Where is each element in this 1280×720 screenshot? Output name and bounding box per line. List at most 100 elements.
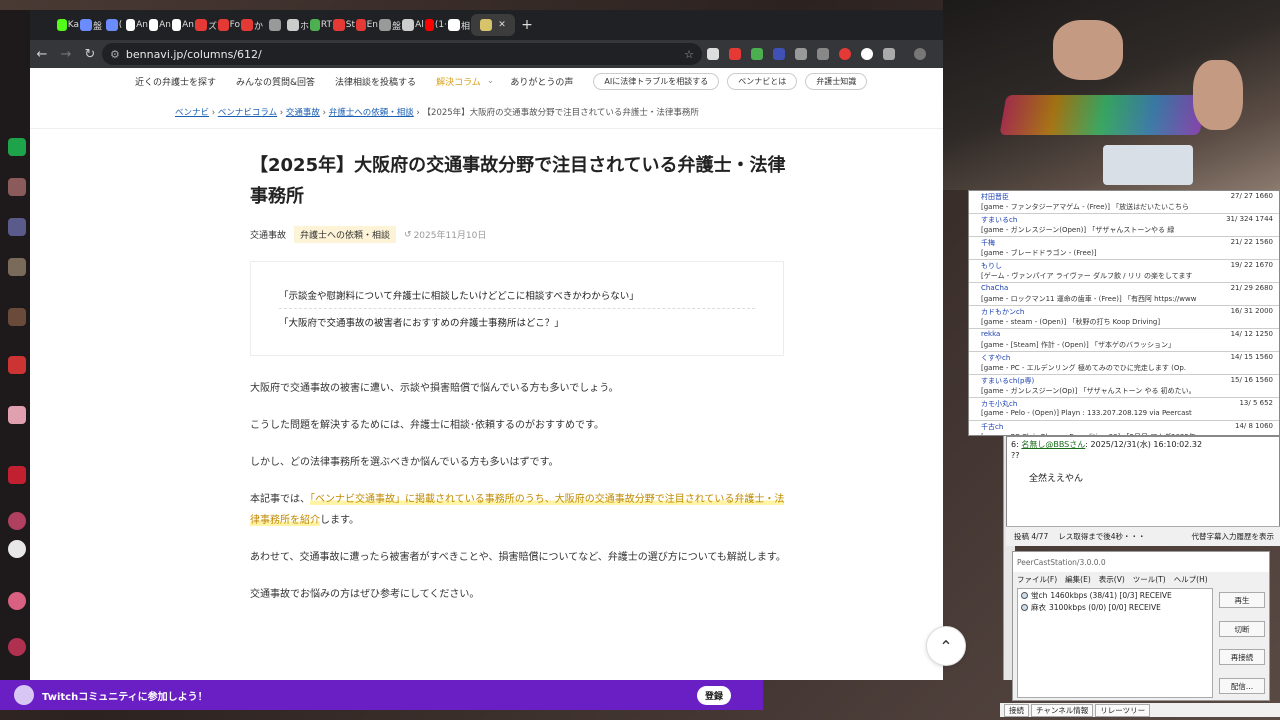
divider xyxy=(30,128,943,129)
twitch-signup-button[interactable]: 登録 xyxy=(696,685,731,705)
menu-item[interactable]: 表示(V) xyxy=(1099,574,1125,585)
channel-row[interactable]: 蛍ch 1460kbps (38/41) [0/3] RECEIVE xyxy=(1018,589,1212,601)
browser-tab[interactable]: (1· xyxy=(425,14,447,36)
app-icon[interactable] xyxy=(8,512,26,530)
scroll-to-top-button[interactable]: ⌃ xyxy=(926,626,966,666)
category-link[interactable]: 交通事故 xyxy=(250,228,286,241)
thread-row[interactable]: すまいるch [game - ガンレスジーン(Open)] 「ザザャんストーンやる… xyxy=(969,214,1279,237)
ai-consult-pill[interactable]: AIに法律トラブルを相談する xyxy=(593,72,720,90)
address-bar[interactable]: ⚙ bennavi.jp/columns/612/ ☆ xyxy=(102,43,702,65)
play-button[interactable]: 再生 xyxy=(1219,592,1265,608)
app-icon[interactable] xyxy=(8,178,26,196)
extension-icon[interactable] xyxy=(707,48,719,60)
nav-item[interactable]: 法律相談を投稿する xyxy=(335,75,416,88)
browser-tab[interactable]: Al xyxy=(402,14,424,36)
nav-item[interactable]: みんなの質問&回答 xyxy=(236,75,315,88)
breadcrumb-link[interactable]: 弁護士への依頼・相談 xyxy=(329,108,414,118)
chevron-down-icon[interactable]: ⌄ xyxy=(487,76,495,86)
app-icon[interactable] xyxy=(8,466,26,484)
back-icon[interactable]: ← xyxy=(30,47,54,62)
browser-tab[interactable]: 相 xyxy=(448,14,470,36)
new-tab-button[interactable]: + xyxy=(516,14,538,36)
profile-icon[interactable] xyxy=(914,48,926,60)
forward-icon[interactable]: → xyxy=(54,47,78,62)
thread-row[interactable]: くすやch [game - PC - エルデンリング 極めてみのでひに完走します … xyxy=(969,352,1279,375)
extension-icon[interactable] xyxy=(795,48,807,60)
broadcast-button[interactable]: 配信... xyxy=(1219,678,1265,694)
menu-item[interactable]: 編集(E) xyxy=(1065,574,1091,585)
browser-tab[interactable] xyxy=(264,14,286,36)
nav-item-active[interactable]: 解決コラム xyxy=(436,75,481,88)
browser-tab[interactable]: An xyxy=(172,14,194,36)
thread-row[interactable]: 千梅 [game - ブレードドラゴン - (Free)] 21/ 22 1560 xyxy=(969,237,1279,260)
extensions-puzzle-icon[interactable] xyxy=(883,48,895,60)
about-pill[interactable]: ベンナビとは xyxy=(727,72,798,90)
app-icon[interactable] xyxy=(8,258,26,276)
browser-tab[interactable]: Fo xyxy=(218,14,240,36)
app-icon[interactable] xyxy=(8,356,26,374)
extension-icon[interactable] xyxy=(773,48,785,60)
reload-icon[interactable]: ↻ xyxy=(78,47,102,62)
quote-line: 「大阪府で交通事故の被害者におすすめの弁護士事務所はどこ？」 xyxy=(279,318,564,329)
disconnect-button[interactable]: 切断 xyxy=(1219,621,1265,637)
browser-tab[interactable]: RT xyxy=(310,14,332,36)
menu-item[interactable]: ヘルプ(H) xyxy=(1174,574,1208,585)
post-number: 6 xyxy=(1011,440,1017,449)
tab-search-button[interactable] xyxy=(34,14,56,36)
tab-connections[interactable]: 接続 xyxy=(1004,703,1029,717)
thread-row[interactable]: 村田晋臣 [game - ファンタジーアマゲム - (Free)] 「放送はだいた… xyxy=(969,191,1279,214)
app-icon[interactable] xyxy=(8,638,26,656)
app-icon[interactable] xyxy=(8,308,26,326)
browser-tab[interactable]: ズ xyxy=(195,14,217,36)
extension-icon[interactable] xyxy=(751,48,763,60)
tag-badge[interactable]: 弁護士への依頼・相談 xyxy=(294,226,397,243)
knowledge-pill[interactable]: 弁護士知識 xyxy=(805,72,868,90)
browser-tab[interactable]: か xyxy=(241,14,263,36)
app-icon[interactable] xyxy=(8,138,26,156)
tab-channel-info[interactable]: チャンネル情報 xyxy=(1031,703,1094,717)
breadcrumb-link[interactable]: ベンナビ xyxy=(175,108,209,118)
history-button[interactable]: 代替字幕入力履歴を表示 xyxy=(1192,531,1275,542)
browser-tab[interactable]: Ka xyxy=(57,14,79,36)
paragraph: あわせて、交通事故に遭ったら被害者がすべきことや、損害賠償についてなど、弁護士の… xyxy=(250,552,786,563)
browser-tab[interactable]: ホ xyxy=(287,14,309,36)
menu-item[interactable]: ツール(T) xyxy=(1133,574,1166,585)
app-icon[interactable] xyxy=(8,592,26,610)
browser-tab[interactable]: 盤 xyxy=(80,14,102,36)
extension-icon[interactable] xyxy=(861,48,873,60)
thread-stats: 15/ 16 1560 xyxy=(1230,376,1273,384)
site-info-icon[interactable]: ⚙ xyxy=(110,48,120,61)
breadcrumb-link[interactable]: ベンナビコラム xyxy=(218,108,277,118)
extension-icon[interactable] xyxy=(729,48,741,60)
channel-row[interactable]: 麻衣 3100kbps (0/0) [0/0] RECEIVE xyxy=(1018,601,1212,613)
extension-icon[interactable] xyxy=(839,48,851,60)
breadcrumb-link[interactable]: 交通事故 xyxy=(286,108,320,118)
browser-tab[interactable]: En xyxy=(356,14,378,36)
thread-row[interactable]: すまいるch(p専) [game - ガンレスジーン(Op)] 「ザザャんストーン… xyxy=(969,375,1279,398)
nav-item[interactable]: ありがとうの声 xyxy=(510,75,573,88)
app-icon[interactable] xyxy=(8,218,26,236)
browser-tab[interactable]: 盤 xyxy=(379,14,401,36)
browser-tab[interactable]: An xyxy=(126,14,148,36)
thread-row[interactable]: もりし [ゲーム - ヴァンパイア ライヴァー ダルフ飲 / リリ の楽をしてます… xyxy=(969,260,1279,283)
app-icon[interactable] xyxy=(8,540,26,558)
reconnect-button[interactable]: 再接続 xyxy=(1219,649,1265,665)
paragraph-text: 本記事では、 xyxy=(250,494,310,505)
browser-tab[interactable]: An xyxy=(149,14,171,36)
channel-name: 麻衣 xyxy=(1031,602,1046,612)
browser-tab[interactable]: St xyxy=(333,14,355,36)
tab-relay-tree[interactable]: リレーツリー xyxy=(1095,703,1151,717)
menu-item[interactable]: ファイル(F) xyxy=(1017,574,1057,585)
browser-tab[interactable]: ✕ xyxy=(471,14,515,36)
thread-row[interactable]: ChaCha [game - ロックマン11 運命の歯車 - (Free)] 「有… xyxy=(969,283,1279,306)
app-icon[interactable] xyxy=(8,406,26,424)
thread-row[interactable]: rekka [game - [Steam] 作計 - (Open)] 「ザ本ゲのバ… xyxy=(969,329,1279,352)
thread-row[interactable]: カドもかンch [game - steam - (Open)] 「秋野の打ち Ko… xyxy=(969,306,1279,329)
nav-item[interactable]: 近くの弁護士を探す xyxy=(135,75,216,88)
close-icon[interactable]: ✕ xyxy=(498,20,506,30)
bookmark-star-icon[interactable]: ☆ xyxy=(684,48,694,61)
thread-row[interactable]: 千古ch[game - PC Clair Obscur: Expedition … xyxy=(969,421,1279,435)
extension-icon[interactable] xyxy=(817,48,829,60)
thread-row[interactable]: カモ小丸ch [game - Pelo - (Open)] Playn : 133… xyxy=(969,398,1279,421)
browser-tab[interactable]: ( xyxy=(103,14,125,36)
